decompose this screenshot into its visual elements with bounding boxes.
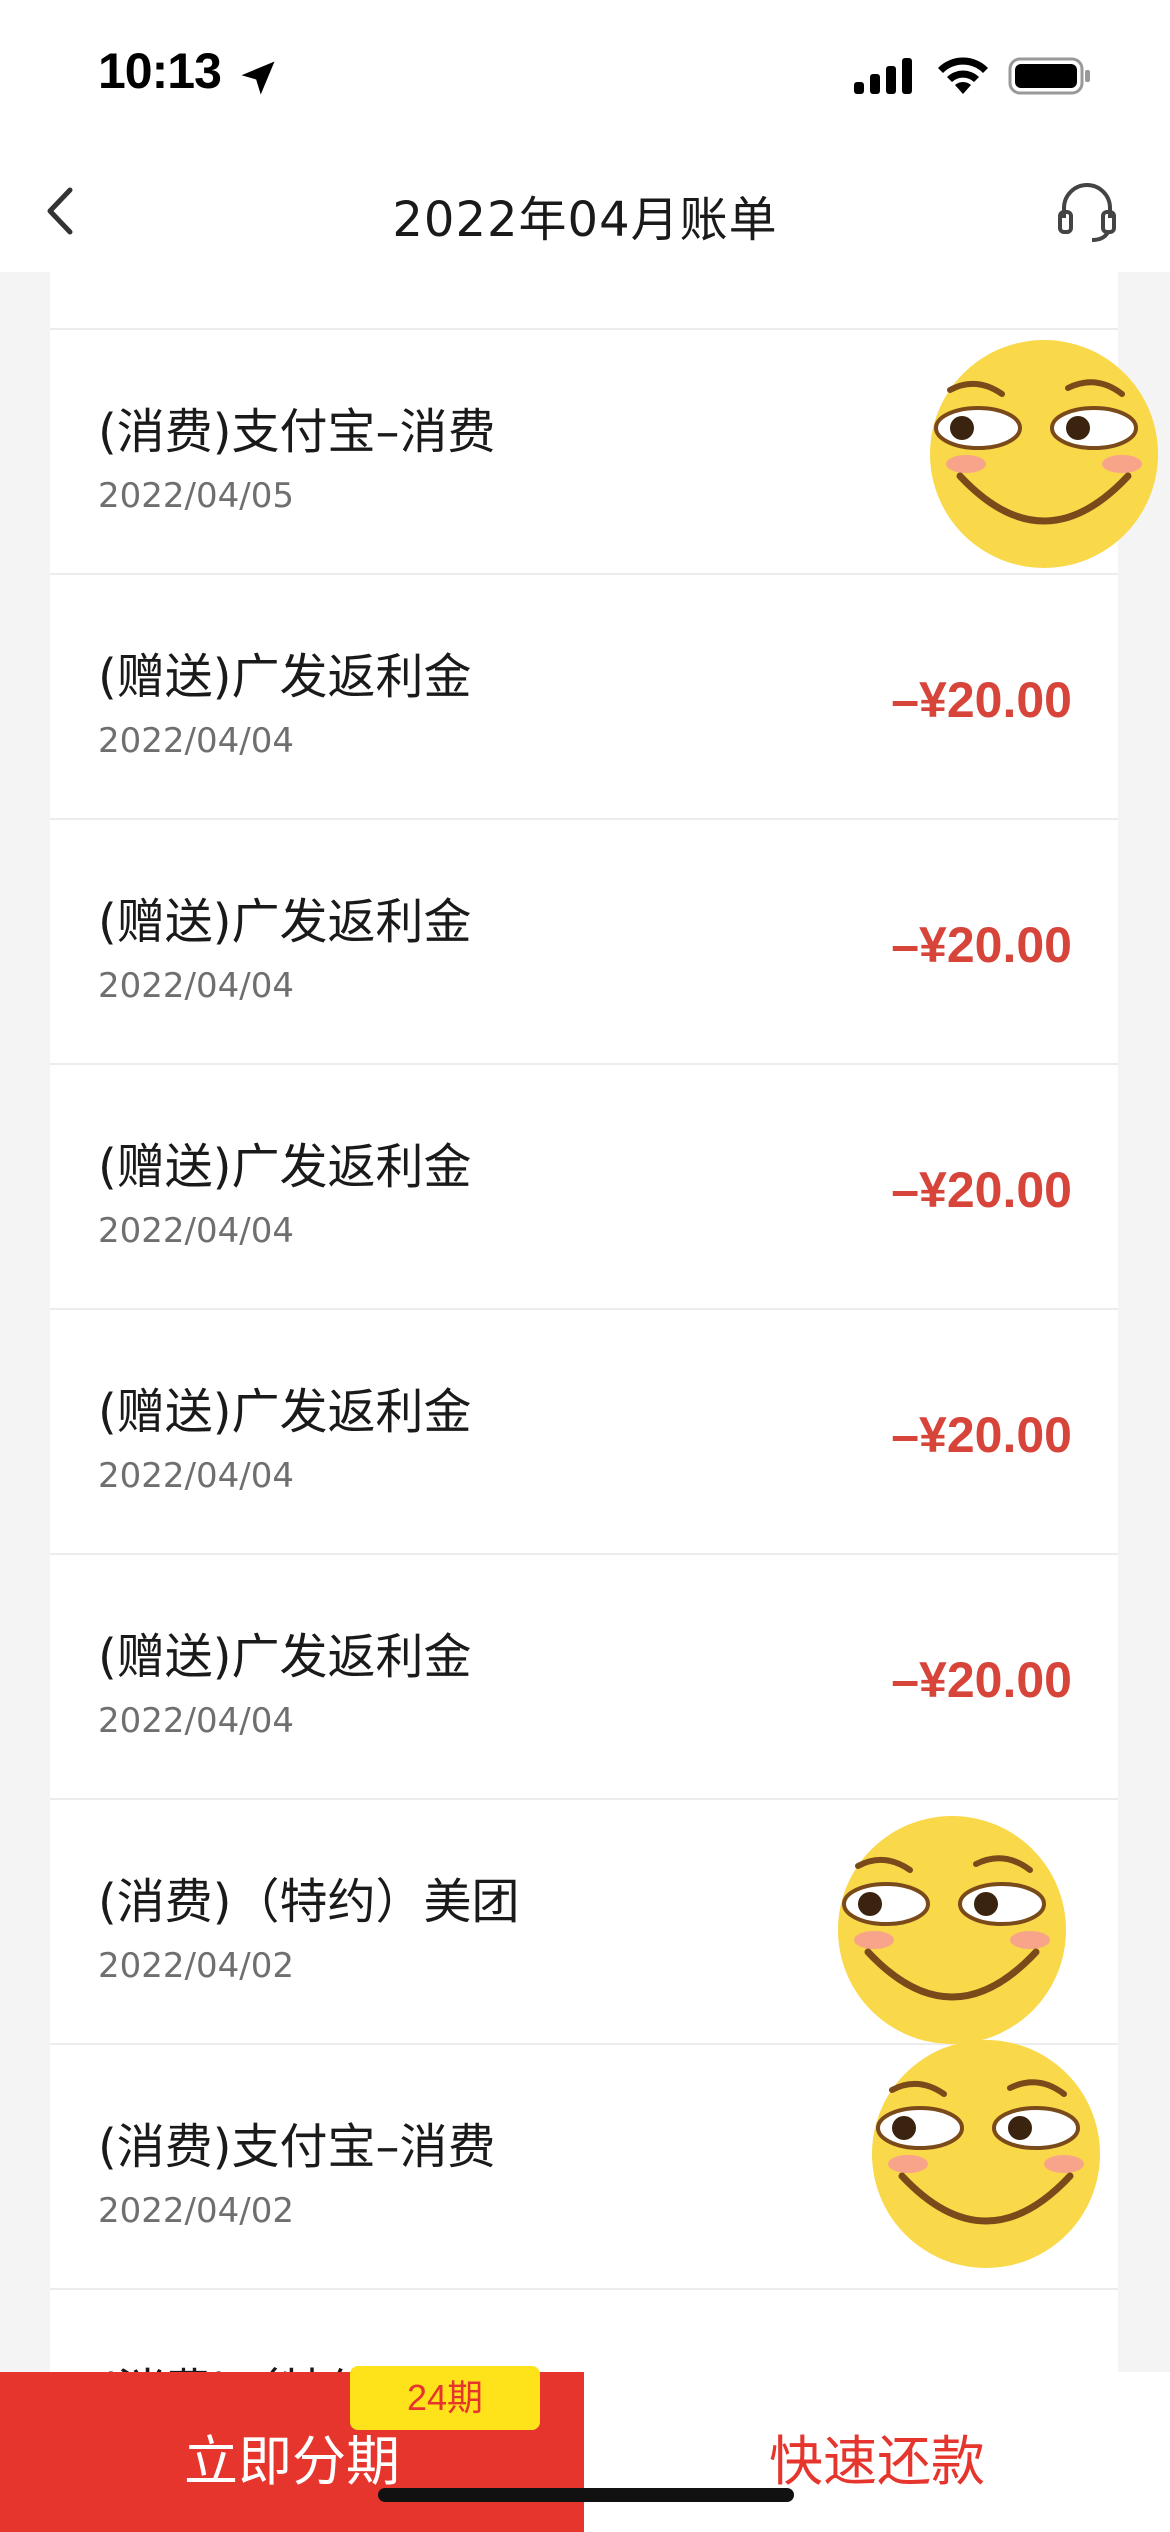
home-indicator[interactable]	[378, 2488, 794, 2502]
smirk-emoji-sticker-icon	[872, 2040, 1100, 2268]
status-time: 10:13	[98, 43, 222, 99]
battery-icon	[1008, 57, 1090, 95]
transaction-date: 2022/04/04	[98, 1701, 294, 1741]
wifi-icon	[938, 57, 988, 94]
transaction-row[interactable]: (赠送)广发返利金 2022/04/04 –¥20.00	[50, 1555, 1118, 1800]
transaction-row[interactable]: (赠送)广发返利金 2022/04/04 –¥20.00	[50, 575, 1118, 820]
smirk-emoji-sticker-icon	[838, 1816, 1066, 2044]
transaction-amount: –¥20.00	[891, 1652, 1072, 1708]
installment-period-badge: 24期	[350, 2366, 540, 2430]
transaction-row[interactable]: (消费)（特约）美团	[50, 2290, 1118, 2372]
transaction-title: (赠送)广发返利金	[98, 1629, 472, 1685]
transaction-amount: –¥20.00	[891, 917, 1072, 973]
transaction-date: 2022/04/04	[98, 1211, 294, 1251]
transaction-date: 2022/04/02	[98, 1946, 294, 1986]
transaction-title: (赠送)广发返利金	[98, 894, 472, 950]
quick-repay-button[interactable]: 快速还款	[584, 2372, 1170, 2532]
cellular-signal-icon	[854, 58, 912, 94]
transaction-amount: –¥20.00	[891, 1407, 1072, 1463]
nav-bar: 2022年04月账单	[0, 150, 1170, 272]
page-title: 2022年04月账单	[392, 192, 778, 248]
transaction-title: (赠送)广发返利金	[98, 1384, 472, 1440]
transaction-row[interactable]: (赠送)广发返利金 2022/04/04 –¥20.00	[50, 1065, 1118, 1310]
transaction-title: (消费)支付宝–消费	[98, 404, 496, 460]
transaction-row[interactable]: (赠送)广发返利金 2022/04/04 –¥20.00	[50, 1310, 1118, 1555]
status-bar: 10:13	[0, 0, 1170, 150]
transaction-amount: –¥20.00	[891, 1162, 1072, 1218]
transaction-date: 2022/04/05	[98, 476, 294, 516]
transaction-title: (赠送)广发返利金	[98, 649, 472, 705]
transaction-title: (消费)支付宝–消费	[98, 2119, 496, 2175]
transaction-date: 2022/04/04	[98, 1456, 294, 1496]
transaction-date: 2022/04/04	[98, 966, 294, 1006]
transaction-amount: –¥20.00	[891, 672, 1072, 728]
transaction-title: (赠送)广发返利金	[98, 1139, 472, 1195]
transaction-date: 2022/04/04	[98, 721, 294, 761]
headset-icon[interactable]	[1054, 178, 1120, 244]
location-arrow-icon	[241, 61, 275, 95]
list-item-partial	[50, 272, 1118, 330]
transaction-title: (消费)（特约）美团	[98, 1874, 520, 1930]
smirk-emoji-sticker-icon	[930, 340, 1158, 568]
transaction-date: 2022/04/02	[98, 2191, 294, 2231]
transaction-row[interactable]: (赠送)广发返利金 2022/04/04 –¥20.00	[50, 820, 1118, 1065]
bottom-action-bar: 立即分期 24期 快速还款	[0, 2366, 1170, 2532]
